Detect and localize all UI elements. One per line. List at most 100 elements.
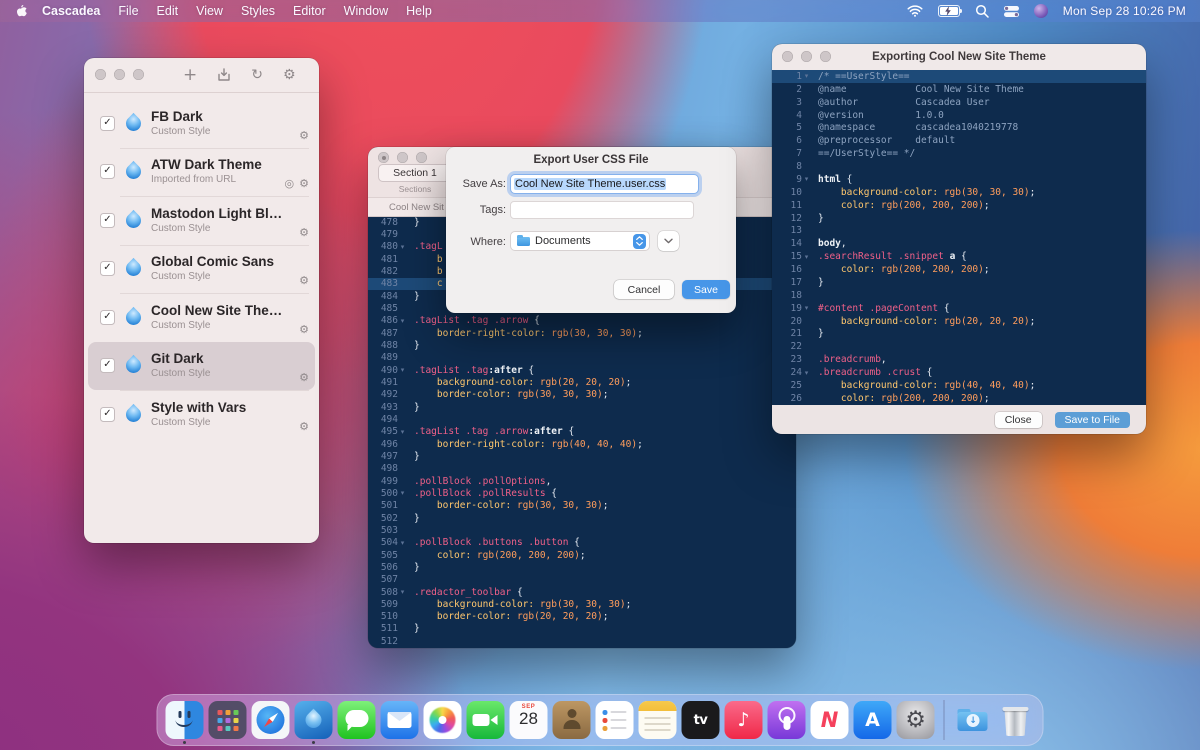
token-pun: } bbox=[414, 217, 420, 228]
token-num: rgb(40, 40, 40) bbox=[938, 380, 1030, 391]
style-enabled-checkbox[interactable]: ✓ bbox=[100, 116, 115, 131]
wifi-icon[interactable] bbox=[907, 5, 923, 17]
spotlight-search-icon[interactable] bbox=[975, 4, 989, 18]
expand-dialog-button[interactable] bbox=[658, 231, 679, 251]
dock-safari-icon[interactable] bbox=[252, 701, 290, 739]
save-to-file-button[interactable]: Save to File bbox=[1055, 412, 1130, 428]
style-list-item[interactable]: ✓Style with VarsCustom Style⚙ bbox=[88, 390, 315, 439]
dock-calendar-icon[interactable]: SEP28 bbox=[510, 701, 548, 739]
dock-appstore-icon[interactable]: A bbox=[854, 701, 892, 739]
menu-bar-clock[interactable]: Mon Sep 28 10:26 PM bbox=[1063, 4, 1186, 18]
minimize-window-button[interactable] bbox=[114, 69, 125, 80]
dock-cascadea-icon[interactable] bbox=[295, 701, 333, 739]
dock-launchpad-icon[interactable] bbox=[209, 701, 247, 739]
dock-sysprefs-icon[interactable]: ⚙ bbox=[897, 701, 935, 739]
fold-arrow-icon[interactable]: ▾ bbox=[398, 428, 407, 436]
style-enabled-checkbox[interactable]: ✓ bbox=[100, 358, 115, 373]
battery-charging-icon[interactable] bbox=[938, 5, 960, 17]
fold-arrow-icon[interactable]: ▾ bbox=[802, 369, 811, 377]
style-enabled-checkbox[interactable]: ✓ bbox=[100, 310, 115, 325]
where-popup[interactable]: Documents bbox=[510, 231, 650, 251]
cancel-button[interactable]: Cancel bbox=[614, 280, 674, 299]
dock-trash-icon[interactable] bbox=[997, 701, 1035, 739]
style-enabled-checkbox[interactable]: ✓ bbox=[100, 407, 115, 422]
fold-arrow-icon[interactable]: ▾ bbox=[802, 304, 811, 312]
zoom-window-button[interactable] bbox=[416, 152, 427, 163]
settings-gear-icon[interactable]: ⚙ bbox=[283, 67, 296, 83]
fold-arrow-icon[interactable]: ▾ bbox=[398, 588, 407, 596]
style-enabled-checkbox[interactable]: ✓ bbox=[100, 213, 115, 228]
import-export-icon[interactable] bbox=[217, 68, 231, 82]
close-button[interactable]: Close bbox=[995, 412, 1042, 428]
line-number: 1 bbox=[772, 71, 802, 82]
dock-podcasts-icon[interactable] bbox=[768, 701, 806, 739]
style-settings-icon[interactable]: ⚙ bbox=[299, 227, 309, 239]
dock-photos-icon[interactable] bbox=[424, 701, 462, 739]
dock-music-icon[interactable]: ♪ bbox=[725, 701, 763, 739]
dock-messages-icon[interactable] bbox=[338, 701, 376, 739]
style-settings-icon[interactable]: ⚙ bbox=[299, 130, 309, 142]
tags-input[interactable] bbox=[510, 201, 694, 219]
token-num: rgb(30, 30, 30) bbox=[938, 187, 1030, 198]
apple-menu-icon[interactable] bbox=[14, 4, 27, 19]
zoom-window-button[interactable] bbox=[820, 51, 831, 62]
fold-arrow-icon[interactable]: ▾ bbox=[398, 366, 407, 374]
minimize-window-button[interactable] bbox=[801, 51, 812, 62]
zoom-window-button[interactable] bbox=[133, 69, 144, 80]
dock-downloads-icon[interactable]: ↓ bbox=[954, 701, 992, 739]
style-list-item[interactable]: ✓Git DarkCustom Style⚙ bbox=[88, 342, 315, 391]
line-number: 500 bbox=[368, 488, 398, 499]
dock-finder-icon[interactable] bbox=[166, 701, 204, 739]
fold-arrow-icon[interactable]: ▾ bbox=[802, 253, 811, 261]
style-enabled-checkbox[interactable]: ✓ bbox=[100, 261, 115, 276]
menu-window[interactable]: Window bbox=[344, 4, 388, 18]
style-settings-icon[interactable]: ⚙ bbox=[299, 178, 309, 190]
dock-facetime-icon[interactable] bbox=[467, 701, 505, 739]
menu-styles[interactable]: Styles bbox=[241, 4, 275, 18]
style-list-item[interactable]: ✓Mastodon Light Bl…Custom Style⚙ bbox=[88, 196, 315, 245]
menu-file[interactable]: File bbox=[118, 4, 138, 18]
code-text: .tagList .tag:after { bbox=[407, 365, 534, 376]
control-center-icon[interactable] bbox=[1004, 6, 1019, 17]
fold-arrow-icon[interactable]: ▾ bbox=[398, 489, 407, 497]
cascadea-menu-extra-icon[interactable] bbox=[1034, 4, 1048, 18]
close-window-button[interactable] bbox=[782, 51, 793, 62]
menu-view[interactable]: View bbox=[196, 4, 223, 18]
fold-arrow-icon[interactable]: ▾ bbox=[802, 175, 811, 183]
dock-reminders-icon[interactable] bbox=[596, 701, 634, 739]
tab-section-1[interactable]: Section 1 bbox=[378, 164, 452, 182]
style-enabled-checkbox[interactable]: ✓ bbox=[100, 164, 115, 179]
dock-tv-icon[interactable]: tv bbox=[682, 701, 720, 739]
refresh-icon[interactable]: ↻ bbox=[251, 67, 263, 83]
code-text: color: rgb(200, 200, 200); bbox=[811, 264, 990, 275]
style-settings-icon[interactable]: ⚙ bbox=[299, 275, 309, 287]
add-style-icon[interactable]: + bbox=[183, 68, 197, 83]
style-list-item[interactable]: ✓ATW Dark ThemeImported from URL◎⚙ bbox=[88, 148, 315, 197]
style-list-item[interactable]: ✓Cool New Site The…Custom Style⚙ bbox=[88, 293, 315, 342]
style-settings-icon[interactable]: ⚙ bbox=[299, 324, 309, 336]
save-button[interactable]: Save bbox=[682, 280, 730, 299]
export-code-area[interactable]: 1▾/* ==UserStyle==2@name Cool New Site T… bbox=[772, 70, 1146, 405]
dock-notes-icon[interactable] bbox=[639, 701, 677, 739]
style-list-item[interactable]: ✓FB DarkCustom Style⚙ bbox=[88, 99, 315, 148]
style-settings-icon[interactable]: ⚙ bbox=[299, 372, 309, 384]
token-pun: { bbox=[938, 303, 949, 314]
save-as-input[interactable]: Cool New Site Theme.user.css bbox=[510, 174, 699, 194]
fold-arrow-icon[interactable]: ▾ bbox=[802, 72, 811, 80]
app-menu[interactable]: Cascadea bbox=[42, 4, 100, 18]
menu-help[interactable]: Help bbox=[406, 4, 432, 18]
fold-arrow-icon[interactable]: ▾ bbox=[398, 539, 407, 547]
dock-mail-icon[interactable] bbox=[381, 701, 419, 739]
dock-contacts-icon[interactable] bbox=[553, 701, 591, 739]
fold-arrow-icon[interactable]: ▾ bbox=[398, 243, 407, 251]
fold-arrow-icon[interactable]: ▾ bbox=[398, 317, 407, 325]
style-settings-icon[interactable]: ⚙ bbox=[299, 421, 309, 433]
dock-news-icon[interactable]: N bbox=[811, 701, 849, 739]
menu-edit[interactable]: Edit bbox=[157, 4, 179, 18]
minimize-window-button[interactable] bbox=[397, 152, 408, 163]
style-list-item[interactable]: ✓Global Comic SansCustom Style⚙ bbox=[88, 245, 315, 294]
close-window-button[interactable] bbox=[378, 152, 389, 163]
token-pun: ; bbox=[637, 439, 643, 450]
menu-editor[interactable]: Editor bbox=[293, 4, 326, 18]
close-window-button[interactable] bbox=[95, 69, 106, 80]
